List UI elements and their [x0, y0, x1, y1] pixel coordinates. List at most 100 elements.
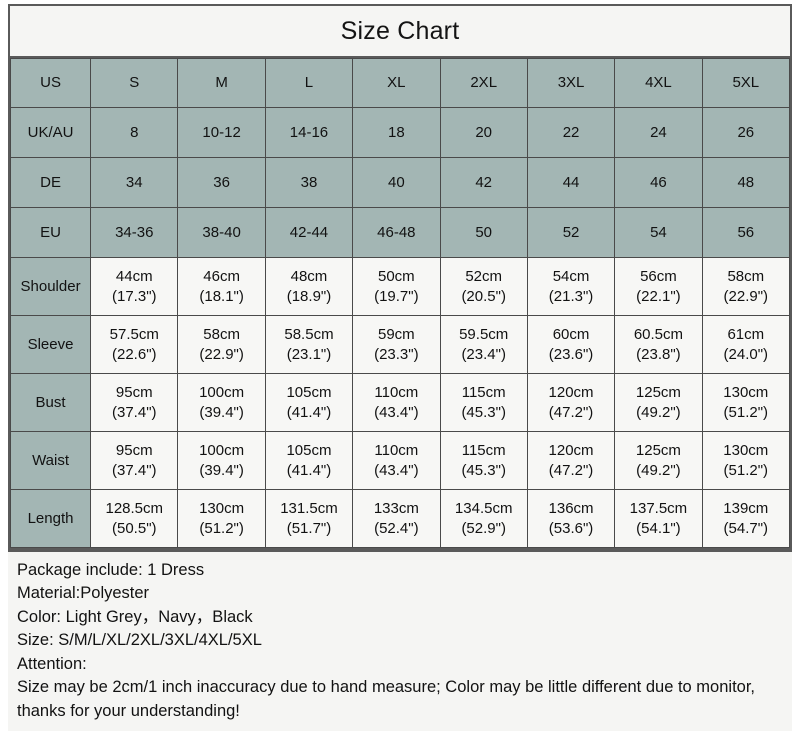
measurement-inch: (45.3") — [461, 403, 506, 421]
measurement-cm: 115cm — [461, 384, 506, 402]
measurement-cm: 100cm — [199, 384, 245, 402]
table-cell: 8 — [90, 107, 179, 158]
row-label: Length — [9, 489, 92, 548]
measurement-inch: (22.1") — [636, 287, 681, 305]
table-body: US S M L XL 2XL 3XL 4XL 5XL UK/AU 8 10-12 14-16 18 20 2… — [9, 58, 791, 548]
measurement-cm: 105cm — [286, 442, 332, 460]
measurement-cm: 110cm — [374, 442, 419, 460]
table-cell: 115cm (45.3") — [439, 431, 528, 490]
table-cell: 46 — [614, 157, 703, 208]
table-cell: 50 — [439, 207, 528, 258]
table-cell: 137.5cm (54.1") — [614, 489, 703, 548]
measurement-inch: (49.2") — [636, 403, 681, 421]
size-chart-container: Size Chart US S M L XL 2XL 3XL 4XL 5XL UK/AU 8 10-1… — [8, 4, 792, 550]
table-cell: 60.5cm (23.8") — [614, 315, 703, 374]
table-cell: 100cm (39.4") — [177, 373, 266, 432]
table-row: UK/AU 8 10-12 14-16 18 20 22 24 26 — [9, 107, 791, 158]
measurement-inch: (51.2") — [723, 461, 769, 479]
measurement-cm: 46cm — [203, 268, 240, 286]
measurement-inch: (50.5") — [112, 519, 157, 537]
column-header-m: M — [177, 58, 266, 108]
measurement-inch: (23.1") — [286, 345, 332, 363]
measurement-cm: 137.5cm — [629, 500, 688, 518]
measurement-cm: 110cm — [374, 384, 419, 402]
measurement-inch: (24.0") — [723, 345, 769, 363]
table-cell: 38 — [264, 157, 354, 208]
measurement-inch: (23.4") — [461, 345, 506, 363]
row-label: UK/AU — [9, 107, 92, 158]
measurement-cm: 133cm — [373, 500, 419, 518]
table-cell: 52 — [526, 207, 616, 258]
table-cell: 58cm (22.9") — [701, 257, 791, 316]
measurement-inch: (22.6") — [112, 345, 157, 363]
table-cell: 56 — [701, 207, 791, 258]
table-cell: 131.5cm (51.7") — [264, 489, 354, 548]
table-cell: 34 — [90, 157, 179, 208]
row-label: EU — [9, 207, 92, 258]
table-cell: 48 — [701, 157, 791, 208]
measurement-cm: 130cm — [723, 442, 769, 460]
table-cell: 105cm (41.4") — [264, 373, 354, 432]
measurement-inch: (37.4") — [112, 403, 157, 421]
table-cell: 56cm (22.1") — [614, 257, 703, 316]
table-cell: 59.5cm (23.4") — [439, 315, 528, 374]
measurement-inch: (51.7") — [286, 519, 332, 537]
measurement-cm: 136cm — [548, 500, 594, 518]
measurement-inch: (52.9") — [461, 519, 506, 537]
measurement-cm: 58.5cm — [284, 326, 334, 344]
table-cell: 125cm (49.2") — [614, 431, 703, 490]
measurement-inch: (54.7") — [723, 519, 769, 537]
measurement-inch: (22.9") — [723, 287, 769, 305]
table-cell: 57.5cm (22.6") — [90, 315, 179, 374]
table-cell: 50cm (19.7") — [352, 257, 441, 316]
measurement-cm: 60.5cm — [633, 326, 684, 344]
table-cell: 58cm (22.9") — [177, 315, 266, 374]
measurement-inch: (51.2") — [199, 519, 244, 537]
table-cell: 54cm (21.3") — [526, 257, 616, 316]
measurement-inch: (18.9") — [286, 287, 332, 305]
measurement-cm: 44cm — [115, 268, 153, 286]
measurement-inch: (18.1") — [199, 287, 244, 305]
size-chart-table: US S M L XL 2XL 3XL 4XL 5XL UK/AU 8 10-12 14-16 18 20 2… — [9, 58, 791, 548]
measurement-cm: 60cm — [552, 326, 590, 344]
measurement-inch: (19.7") — [374, 287, 419, 305]
table-cell: 139cm (54.7") — [701, 489, 791, 548]
measurement-inch: (45.3") — [461, 461, 506, 479]
measurement-inch: (41.4") — [286, 461, 332, 479]
measurement-cm: 59cm — [377, 326, 415, 344]
table-row: EU 34-36 38-40 42-44 46-48 50 52 54 56 — [9, 207, 791, 258]
measurement-cm: 134.5cm — [454, 500, 513, 518]
measurement-inch: (43.4") — [374, 461, 419, 479]
measurement-cm: 61cm — [727, 326, 765, 344]
measurement-inch: (54.1") — [636, 519, 681, 537]
table-cell: 125cm (49.2") — [614, 373, 703, 432]
measurement-cm: 139cm — [723, 500, 769, 518]
table-cell: 46-48 — [352, 207, 441, 258]
measurement-cm: 56cm — [640, 268, 677, 286]
row-label: Sleeve — [9, 315, 92, 374]
table-cell: 46cm (18.1") — [177, 257, 266, 316]
column-header-l: L — [264, 58, 354, 108]
table-cell: 44cm (17.3") — [90, 257, 179, 316]
measurement-inch: (23.3") — [374, 345, 419, 363]
table-cell: 100cm (39.4") — [177, 431, 266, 490]
table-cell: 20 — [439, 107, 528, 158]
measurement-cm: 48cm — [290, 268, 328, 286]
table-cell: 42-44 — [264, 207, 354, 258]
measurement-cm: 128.5cm — [105, 500, 164, 518]
table-cell: 36 — [177, 157, 266, 208]
measurement-cm: 130cm — [723, 384, 769, 402]
table-cell: 10-12 — [177, 107, 266, 158]
column-header-xl: XL — [352, 58, 441, 108]
table-cell: 48cm (18.9") — [264, 257, 354, 316]
footer-text: Package include: 1 Dress Material:Polyes… — [17, 561, 755, 720]
table-cell: 105cm (41.4") — [264, 431, 354, 490]
table-row: Waist 95cm (37.4") 100cm (39.4") 105cm (41.4")… — [9, 431, 791, 490]
row-label: Shoulder — [9, 257, 92, 316]
size-chart-page: Size Chart US S M L XL 2XL 3XL 4XL 5XL UK/AU 8 10-1… — [0, 0, 800, 731]
table-cell: 115cm (45.3") — [439, 373, 528, 432]
table-cell: 24 — [614, 107, 703, 158]
table-cell: 14-16 — [264, 107, 354, 158]
table-cell: 34-36 — [90, 207, 179, 258]
measurement-cm: 95cm — [115, 384, 153, 402]
